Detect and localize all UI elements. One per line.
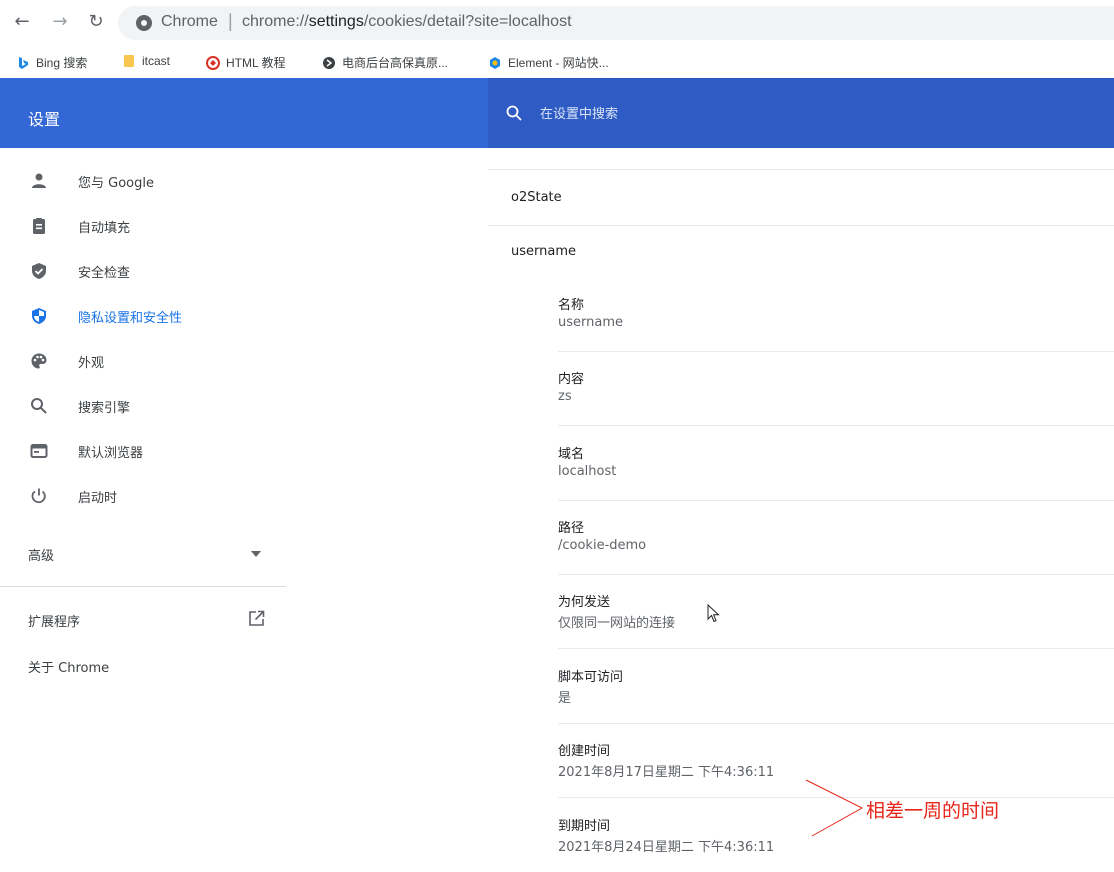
- sidebar-extensions-label: 扩展程序: [28, 615, 81, 630]
- person-icon: [32, 173, 46, 188]
- sidebar-item-label: 隐私设置和安全性: [78, 311, 183, 326]
- settings-sidebar: 您与 Google 自动填充 安全检查 隐私设置和安全性 外观 搜索引擎 默认浏…: [0, 148, 288, 872]
- shield-check-icon: [32, 263, 46, 279]
- sidebar-advanced-label: 高级: [28, 549, 55, 564]
- bookmark-label: Bing 搜索: [36, 56, 88, 70]
- detail-label: 到期时间: [558, 819, 611, 834]
- sidebar-item-you-and-google[interactable]: 您与 Google: [0, 160, 288, 200]
- sidebar-item-label: 您与 Google: [78, 176, 154, 191]
- detail-content: 内容 zs: [558, 352, 1114, 426]
- detail-label: 域名: [558, 447, 585, 462]
- settings-search-input[interactable]: [540, 104, 940, 124]
- sidebar-item-label: 默认浏览器: [78, 446, 144, 461]
- detail-path: 路径 /cookie-demo: [558, 501, 1114, 575]
- runoob-icon: [206, 55, 220, 70]
- arrow-right-icon[interactable]: →: [48, 10, 72, 34]
- sidebar-item-appearance[interactable]: 外观: [0, 340, 288, 380]
- cookie-row-o2state[interactable]: o2State: [488, 170, 1114, 226]
- bookmark-ecommerce[interactable]: 电商后台高保真原...: [322, 54, 448, 71]
- page-title: 设置: [28, 110, 61, 129]
- detail-domain: 域名 localhost: [558, 427, 1114, 501]
- url-prefix: chrome://: [242, 13, 309, 30]
- annotation-text: 相差一周的时间: [866, 800, 1000, 822]
- detail-label: 路径: [558, 521, 585, 536]
- palette-icon: [31, 353, 47, 369]
- detail-label: 脚本可访问: [558, 670, 624, 685]
- bookmark-label: HTML 教程: [226, 56, 286, 70]
- detail-created: 创建时间 2021年8月17日星期二 下午4:36:11: [558, 724, 1114, 798]
- bing-icon: [19, 56, 28, 69]
- detail-label: 为何发送: [558, 595, 611, 610]
- detail-name: 名称 username: [558, 278, 1114, 352]
- folder-icon: [124, 55, 134, 67]
- detail-label: 内容: [558, 372, 585, 387]
- bookmark-label: 电商后台高保真原...: [342, 56, 449, 70]
- url-suffix: /cookies/detail?site=localhost: [363, 13, 572, 30]
- detail-label: 创建时间: [558, 744, 611, 759]
- omnibox-chrome-label: Chrome: [161, 13, 218, 30]
- detail-label: 名称: [558, 298, 585, 313]
- cookie-row-username[interactable]: username: [488, 226, 1114, 278]
- reload-icon[interactable]: ↻: [84, 10, 108, 34]
- settings-header: 设置: [0, 78, 1114, 148]
- arrow-left-icon[interactable]: ←: [10, 10, 34, 34]
- cookie-detail-panel: o2State username 名称 username 内容 zs 域名 lo…: [488, 148, 1114, 872]
- chevron-down-icon: [251, 551, 261, 557]
- sidebar-item-search-engine[interactable]: 搜索引擎: [0, 385, 288, 425]
- sidebar-item-on-startup[interactable]: 启动时: [0, 475, 288, 515]
- detail-send-for: 为何发送 仅限同一网站的连接: [558, 575, 1114, 649]
- element-icon: [490, 56, 500, 69]
- omnibox-url[interactable]: chrome://settings/cookies/detail?site=lo…: [242, 13, 572, 31]
- omnibox-separator: |: [228, 11, 233, 31]
- bookmark-label: itcast: [142, 54, 171, 68]
- sidebar-item-default-browser[interactable]: 默认浏览器: [0, 430, 288, 470]
- sidebar-item-privacy-security[interactable]: 隐私设置和安全性: [0, 295, 288, 335]
- bookmark-html-tutorial[interactable]: HTML 教程: [206, 54, 286, 71]
- power-icon: [31, 488, 46, 504]
- sidebar-extensions[interactable]: 扩展程序: [0, 606, 288, 636]
- bookmark-itcast[interactable]: itcast: [122, 54, 170, 68]
- detail-value: username: [558, 315, 623, 330]
- omnibox[interactable]: Chrome | chrome://settings/cookies/detai…: [118, 6, 1114, 40]
- sidebar-divider: [0, 586, 286, 587]
- browser-icon: [30, 444, 48, 458]
- globe-icon: [323, 56, 335, 69]
- detail-expires: 到期时间 2021年8月24日星期二 下午4:36:11: [558, 799, 1114, 872]
- mouse-cursor-icon: [707, 604, 720, 623]
- bookmark-bing[interactable]: Bing 搜索: [16, 54, 87, 71]
- detail-value: localhost: [558, 464, 617, 479]
- top-divider: [488, 148, 1114, 170]
- search-icon: [506, 105, 522, 121]
- detail-value: zs: [558, 389, 572, 404]
- bookmark-element[interactable]: Element - 网站快...: [488, 54, 609, 71]
- bookmarks-bar: Bing 搜索 itcast HTML 教程 电商后台高保真原... Eleme…: [0, 46, 1114, 78]
- sidebar-item-autofill[interactable]: 自动填充: [0, 205, 288, 245]
- address-bar: ← → ↻ Chrome | chrome://settings/cookies…: [0, 0, 1114, 46]
- sidebar-about-label: 关于 Chrome: [28, 661, 110, 676]
- search-icon: [31, 398, 47, 414]
- detail-value: /cookie-demo: [558, 538, 647, 553]
- url-host: settings: [308, 13, 364, 30]
- detail-value: 仅限同一网站的连接: [558, 616, 676, 631]
- sidebar-item-label: 安全检查: [78, 266, 131, 281]
- sidebar-advanced[interactable]: 高级: [0, 538, 288, 568]
- detail-value: 2021年8月17日星期二 下午4:36:11: [558, 765, 775, 780]
- chrome-icon: [136, 15, 152, 31]
- sidebar-about-chrome[interactable]: 关于 Chrome: [0, 653, 288, 683]
- sidebar-item-label: 搜索引擎: [78, 401, 131, 416]
- detail-script-accessible: 脚本可访问 是: [558, 650, 1114, 724]
- external-link-icon: [249, 610, 265, 626]
- sidebar-item-safety-check[interactable]: 安全检查: [0, 250, 288, 290]
- bookmark-label: Element - 网站快...: [508, 56, 609, 70]
- shield-icon: [32, 308, 46, 324]
- clipboard-icon: [33, 218, 45, 234]
- detail-value: 是: [558, 691, 572, 706]
- detail-value: 2021年8月24日星期二 下午4:36:11: [558, 840, 775, 855]
- sidebar-item-label: 启动时: [78, 491, 118, 506]
- sidebar-item-label: 外观: [78, 356, 105, 371]
- sidebar-item-label: 自动填充: [78, 221, 131, 236]
